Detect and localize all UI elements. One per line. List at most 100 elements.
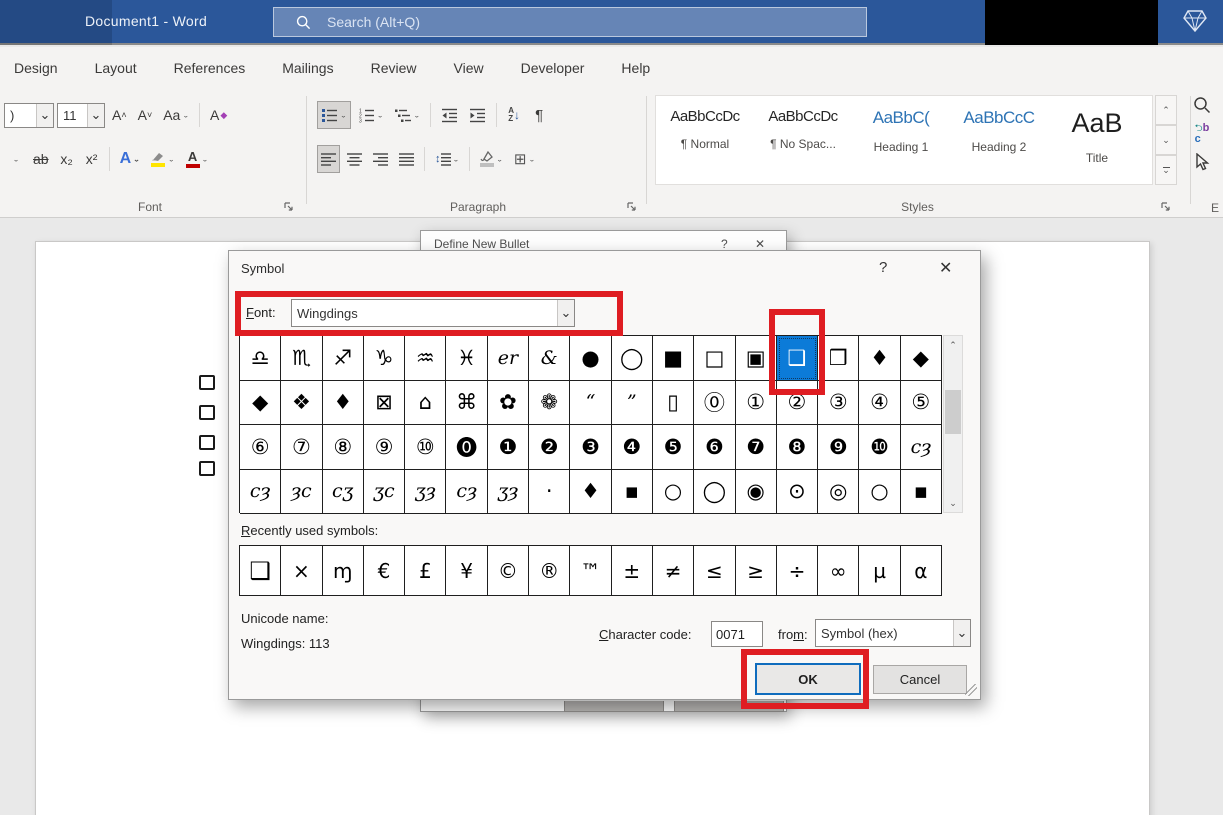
symbol-cell[interactable]: ȝc xyxy=(281,470,322,515)
numbered-list-button[interactable]: 123 ⌄ xyxy=(354,101,388,129)
align-right-button[interactable] xyxy=(369,145,392,173)
symbol-cell[interactable]: ♦ xyxy=(570,470,611,515)
symbol-cell[interactable]: ⑧ xyxy=(323,425,364,470)
recent-symbol-cell[interactable]: © xyxy=(488,546,529,596)
style-card--normal[interactable]: AaBbCcDc¶ Normal xyxy=(656,96,754,184)
recent-symbol-cell[interactable]: µ xyxy=(859,546,900,596)
symbol-cell[interactable]: ʒȝ xyxy=(405,470,446,515)
symbol-cell[interactable]: ♓ xyxy=(446,336,487,381)
symbol-cell[interactable]: ❹ xyxy=(612,425,653,470)
recent-symbol-cell[interactable]: ® xyxy=(529,546,570,596)
recent-symbol-cell[interactable]: ¥ xyxy=(446,546,487,596)
text-effects-button[interactable]: A⌄ xyxy=(116,145,144,173)
symbol-cell[interactable]: cʒ xyxy=(323,470,364,515)
recent-symbol-cell[interactable]: ≥ xyxy=(736,546,777,596)
find-icon[interactable] xyxy=(1193,96,1211,114)
scroll-up-icon[interactable]: ⌃ xyxy=(944,336,962,354)
symbol-cell[interactable]: ◎ xyxy=(818,470,859,515)
style-card--no-spac-[interactable]: AaBbCcDc¶ No Spac... xyxy=(754,96,852,184)
symbol-cell[interactable]: □ xyxy=(694,336,735,381)
symbol-cell[interactable]: er xyxy=(488,336,529,381)
symbol-cell[interactable]: ② xyxy=(777,381,818,426)
symbol-cell[interactable]: ♦ xyxy=(859,336,900,381)
symbol-cell[interactable]: ❷ xyxy=(529,425,570,470)
symbol-cell[interactable]: ❸ xyxy=(570,425,611,470)
recent-symbol-cell[interactable]: ɱ xyxy=(323,546,364,596)
symbol-cell[interactable]: ◆ xyxy=(240,381,281,426)
font-dialog-launcher-icon[interactable] xyxy=(284,202,294,212)
scrollbar-thumb[interactable] xyxy=(945,390,961,434)
styles-scroll-down-button[interactable]: ⌄ xyxy=(1155,125,1177,155)
tab-mailings[interactable]: Mailings xyxy=(282,60,333,76)
style-card-heading-2[interactable]: AaBbCcCHeading 2 xyxy=(950,96,1048,184)
symbol-cell[interactable]: ⊠ xyxy=(364,381,405,426)
tab-developer[interactable]: Developer xyxy=(521,60,585,76)
symbol-cell[interactable]: ❽ xyxy=(777,425,818,470)
symbol-cell[interactable]: · xyxy=(529,470,570,515)
symbol-cell[interactable]: ❿ xyxy=(859,425,900,470)
symbol-cell[interactable]: ▪ xyxy=(901,470,942,515)
scroll-down-icon[interactable]: ⌄ xyxy=(944,494,962,512)
symbol-cell[interactable]: ◉ xyxy=(736,470,777,515)
symbol-cell[interactable]: ⌂ xyxy=(405,381,446,426)
symbol-cell[interactable]: ❖ xyxy=(281,381,322,426)
search-box[interactable] xyxy=(273,7,867,37)
tab-help[interactable]: Help xyxy=(621,60,650,76)
search-input[interactable] xyxy=(325,13,785,31)
chevron-down-icon[interactable]: ⌄ xyxy=(4,145,26,173)
recent-symbol-cell[interactable]: € xyxy=(364,546,405,596)
symbol-cell-selected[interactable]: ❑ xyxy=(777,336,818,381)
symbol-cell[interactable]: “ xyxy=(570,381,611,426)
style-card-heading-1[interactable]: AaBbC(Heading 1 xyxy=(852,96,950,184)
symbol-cell[interactable]: ◯ xyxy=(612,336,653,381)
chevron-down-icon[interactable]: ⌄ xyxy=(557,300,574,326)
symbol-cell[interactable]: ❾ xyxy=(818,425,859,470)
symbol-cell[interactable]: ʒȝ xyxy=(488,470,529,515)
symbol-cell[interactable]: ■ xyxy=(653,336,694,381)
strikethrough-button[interactable]: ab xyxy=(29,145,53,173)
tab-review[interactable]: Review xyxy=(371,60,417,76)
symbol-cell[interactable]: ✿ xyxy=(488,381,529,426)
recent-symbol-cell[interactable]: ∞ xyxy=(818,546,859,596)
ok-button[interactable]: OK xyxy=(755,663,861,695)
symbol-cell[interactable]: ” xyxy=(612,381,653,426)
symbol-cell[interactable]: cȝ xyxy=(446,470,487,515)
close-icon[interactable]: ✕ xyxy=(755,237,765,251)
symbol-cell[interactable]: ❒ xyxy=(818,336,859,381)
recent-symbol-cell[interactable]: ± xyxy=(612,546,653,596)
select-icon[interactable] xyxy=(1194,153,1210,171)
recent-symbol-cell[interactable]: × xyxy=(281,546,322,596)
symbol-cell[interactable]: cȝ xyxy=(901,425,942,470)
styles-more-button[interactable]: ⌄ xyxy=(1155,155,1177,185)
tab-view[interactable]: View xyxy=(454,60,484,76)
symbol-cell[interactable]: ⓪ xyxy=(694,381,735,426)
character-code-input[interactable] xyxy=(711,621,763,647)
symbol-cell[interactable]: ● xyxy=(570,336,611,381)
symbol-cell[interactable]: ◆ xyxy=(901,336,942,381)
close-icon[interactable]: ✕ xyxy=(939,258,952,278)
sort-button[interactable]: AZ ↓ xyxy=(503,101,525,129)
symbol-cell[interactable]: ⑩ xyxy=(405,425,446,470)
symbol-cell[interactable]: ⑤ xyxy=(901,381,942,426)
borders-button[interactable]: ⊞⌄ xyxy=(510,145,539,173)
grow-font-button[interactable]: A˄ xyxy=(108,101,131,129)
styles-dialog-launcher-icon[interactable] xyxy=(1161,202,1171,212)
symbol-cell[interactable]: ❺ xyxy=(653,425,694,470)
symbol-cell[interactable]: ③ xyxy=(818,381,859,426)
tab-references[interactable]: References xyxy=(174,60,246,76)
decrease-indent-button[interactable] xyxy=(437,101,462,129)
symbol-cell[interactable]: ❁ xyxy=(529,381,570,426)
recent-symbol-cell[interactable]: ÷ xyxy=(777,546,818,596)
symbol-cell[interactable]: ⊙ xyxy=(777,470,818,515)
symbol-font-combobox[interactable]: Wingdings ⌄ xyxy=(291,299,575,327)
paragraph-dialog-launcher-icon[interactable] xyxy=(627,202,637,212)
symbol-cell[interactable]: ⓿ xyxy=(446,425,487,470)
recent-symbol-cell[interactable]: ≠ xyxy=(653,546,694,596)
font-size-combobox[interactable]: 11 ⌄ xyxy=(57,103,105,128)
recent-symbol-cell[interactable]: α xyxy=(901,546,942,596)
justify-button[interactable] xyxy=(395,145,418,173)
subscript-button[interactable]: x₂ xyxy=(56,145,78,173)
symbol-cell[interactable]: ④ xyxy=(859,381,900,426)
change-case-button[interactable]: Aa⌄ xyxy=(159,101,193,129)
recent-symbol-cell[interactable]: £ xyxy=(405,546,446,596)
